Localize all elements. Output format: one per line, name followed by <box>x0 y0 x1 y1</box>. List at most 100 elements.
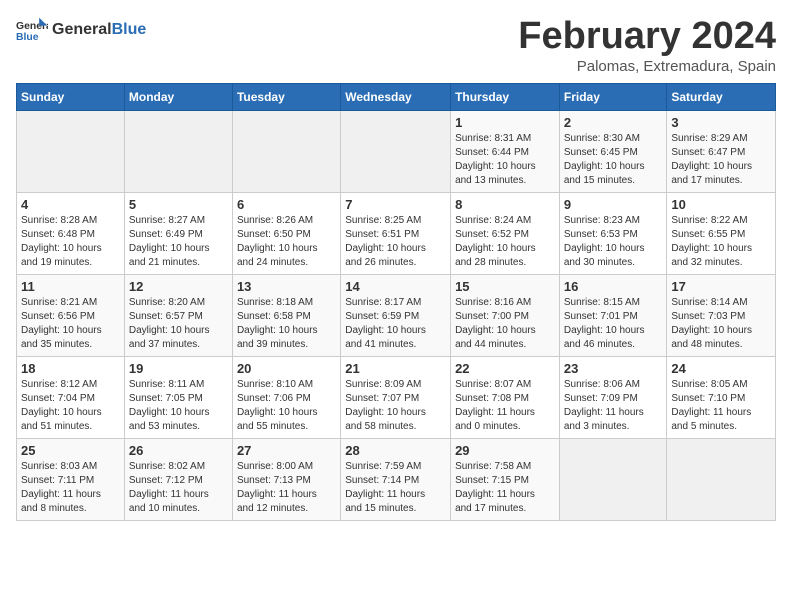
day-number: 21 <box>345 361 446 376</box>
title-area: February 2024 Palomas, Extremadura, Spai… <box>518 16 776 75</box>
calendar-cell: 6 Sunrise: 8:26 AM Sunset: 6:50 PM Daylig… <box>232 192 340 274</box>
calendar-cell: 15Sunrise: 8:16 AM Sunset: 7:00 PM Dayli… <box>451 274 560 356</box>
calendar-cell: 19 Sunrise: 8:11 AM Sunset: 7:05 PM Dayli… <box>124 356 232 438</box>
header-saturday: Saturday <box>667 83 776 110</box>
day-number: 5 <box>129 197 228 212</box>
day-number: 22 <box>455 361 555 376</box>
calendar-cell: 16Sunrise: 8:15 AM Sunset: 7:01 PM Dayli… <box>559 274 667 356</box>
calendar-cell: 18 Sunrise: 8:12 AM Sunset: 7:04 PM Dayli… <box>17 356 125 438</box>
calendar-cell <box>559 438 667 520</box>
calendar-cell: 9Sunrise: 8:23 AM Sunset: 6:53 PM Daylig… <box>559 192 667 274</box>
header-thursday: Thursday <box>451 83 560 110</box>
calendar-body: 1 Sunrise: 8:31 AM Sunset: 6:44 PM Daylig… <box>17 110 776 520</box>
calendar-cell: 12 Sunrise: 8:20 AM Sunset: 6:57 PM Dayli… <box>124 274 232 356</box>
calendar-cell: 4 Sunrise: 8:28 AM Sunset: 6:48 PM Daylig… <box>17 192 125 274</box>
location-subtitle: Palomas, Extremadura, Spain <box>518 58 776 75</box>
day-info: Sunrise: 8:09 AM Sunset: 7:07 PM Dayligh… <box>345 378 446 434</box>
day-number: 1 <box>455 115 555 130</box>
day-info: Sunrise: 8:18 AM Sunset: 6:58 PM Dayligh… <box>237 296 336 352</box>
calendar-cell <box>17 110 125 192</box>
day-info: Sunrise: 8:31 AM Sunset: 6:44 PM Dayligh… <box>455 132 555 188</box>
calendar-cell: 13 Sunrise: 8:18 AM Sunset: 6:58 PM Dayli… <box>232 274 340 356</box>
calendar-cell <box>341 110 451 192</box>
day-info: Sunrise: 8:21 AM Sunset: 6:56 PM Dayligh… <box>21 296 120 352</box>
day-number: 8 <box>455 197 555 212</box>
calendar-cell <box>124 110 232 192</box>
calendar-cell: 27 Sunrise: 8:00 AM Sunset: 7:13 PM Dayli… <box>232 438 340 520</box>
day-info: Sunrise: 8:30 AM Sunset: 6:45 PM Dayligh… <box>564 132 663 188</box>
calendar-week-3: 11 Sunrise: 8:21 AM Sunset: 6:56 PM Dayli… <box>17 274 776 356</box>
day-info: Sunrise: 8:20 AM Sunset: 6:57 PM Dayligh… <box>129 296 228 352</box>
header-sunday: Sunday <box>17 83 125 110</box>
calendar-cell: 21 Sunrise: 8:09 AM Sunset: 7:07 PM Dayli… <box>341 356 451 438</box>
day-info: Sunrise: 8:02 AM Sunset: 7:12 PM Dayligh… <box>129 460 228 516</box>
header-tuesday: Tuesday <box>232 83 340 110</box>
logo: General Blue General Blue <box>16 16 146 44</box>
day-info: Sunrise: 8:27 AM Sunset: 6:49 PM Dayligh… <box>129 214 228 270</box>
day-number: 4 <box>21 197 120 212</box>
day-number: 2 <box>564 115 663 130</box>
day-number: 19 <box>129 361 228 376</box>
day-number: 17 <box>671 279 771 294</box>
calendar-cell: 17Sunrise: 8:14 AM Sunset: 7:03 PM Dayli… <box>667 274 776 356</box>
calendar-cell: 25 Sunrise: 8:03 AM Sunset: 7:11 PM Dayli… <box>17 438 125 520</box>
day-info: Sunrise: 8:03 AM Sunset: 7:11 PM Dayligh… <box>21 460 120 516</box>
calendar-cell: 26 Sunrise: 8:02 AM Sunset: 7:12 PM Dayli… <box>124 438 232 520</box>
day-number: 18 <box>21 361 120 376</box>
day-number: 12 <box>129 279 228 294</box>
header: General Blue General Blue February 2024 P… <box>16 16 776 75</box>
day-info: Sunrise: 8:05 AM Sunset: 7:10 PM Dayligh… <box>671 378 771 434</box>
day-number: 27 <box>237 443 336 458</box>
day-info: Sunrise: 8:12 AM Sunset: 7:04 PM Dayligh… <box>21 378 120 434</box>
month-title: February 2024 <box>518 16 776 58</box>
day-info: Sunrise: 8:24 AM Sunset: 6:52 PM Dayligh… <box>455 214 555 270</box>
calendar-cell: 24 Sunrise: 8:05 AM Sunset: 7:10 PM Dayli… <box>667 356 776 438</box>
day-number: 26 <box>129 443 228 458</box>
calendar-cell: 7Sunrise: 8:25 AM Sunset: 6:51 PM Daylig… <box>341 192 451 274</box>
day-info: Sunrise: 8:22 AM Sunset: 6:55 PM Dayligh… <box>671 214 771 270</box>
calendar-cell <box>232 110 340 192</box>
day-info: Sunrise: 8:29 AM Sunset: 6:47 PM Dayligh… <box>671 132 771 188</box>
calendar-cell: 8 Sunrise: 8:24 AM Sunset: 6:52 PM Daylig… <box>451 192 560 274</box>
calendar-week-4: 18 Sunrise: 8:12 AM Sunset: 7:04 PM Dayli… <box>17 356 776 438</box>
day-number: 25 <box>21 443 120 458</box>
day-info: Sunrise: 8:10 AM Sunset: 7:06 PM Dayligh… <box>237 378 336 434</box>
day-number: 29 <box>455 443 555 458</box>
calendar-cell <box>667 438 776 520</box>
calendar-cell: 22 Sunrise: 8:07 AM Sunset: 7:08 PM Dayli… <box>451 356 560 438</box>
day-number: 24 <box>671 361 771 376</box>
day-number: 6 <box>237 197 336 212</box>
day-info: Sunrise: 8:28 AM Sunset: 6:48 PM Dayligh… <box>21 214 120 270</box>
day-number: 20 <box>237 361 336 376</box>
day-info: Sunrise: 8:26 AM Sunset: 6:50 PM Dayligh… <box>237 214 336 270</box>
calendar-cell: 20 Sunrise: 8:10 AM Sunset: 7:06 PM Dayli… <box>232 356 340 438</box>
day-info: Sunrise: 8:25 AM Sunset: 6:51 PM Dayligh… <box>345 214 446 270</box>
calendar-table: Sunday Monday Tuesday Wednesday Thursday… <box>16 83 776 521</box>
day-info: Sunrise: 8:17 AM Sunset: 6:59 PM Dayligh… <box>345 296 446 352</box>
calendar-cell: 11 Sunrise: 8:21 AM Sunset: 6:56 PM Dayli… <box>17 274 125 356</box>
day-info: Sunrise: 8:00 AM Sunset: 7:13 PM Dayligh… <box>237 460 336 516</box>
day-info: Sunrise: 8:11 AM Sunset: 7:05 PM Dayligh… <box>129 378 228 434</box>
calendar-header: Sunday Monday Tuesday Wednesday Thursday… <box>17 83 776 110</box>
day-info: Sunrise: 7:59 AM Sunset: 7:14 PM Dayligh… <box>345 460 446 516</box>
calendar-cell: 3 Sunrise: 8:29 AM Sunset: 6:47 PM Daylig… <box>667 110 776 192</box>
calendar-cell: 1 Sunrise: 8:31 AM Sunset: 6:44 PM Daylig… <box>451 110 560 192</box>
day-number: 13 <box>237 279 336 294</box>
day-number: 28 <box>345 443 446 458</box>
calendar-cell: 28 Sunrise: 7:59 AM Sunset: 7:14 PM Dayli… <box>341 438 451 520</box>
calendar-week-1: 1 Sunrise: 8:31 AM Sunset: 6:44 PM Daylig… <box>17 110 776 192</box>
svg-text:Blue: Blue <box>16 32 39 43</box>
day-number: 14 <box>345 279 446 294</box>
day-number: 3 <box>671 115 771 130</box>
calendar-cell: 10 Sunrise: 8:22 AM Sunset: 6:55 PM Dayli… <box>667 192 776 274</box>
header-monday: Monday <box>124 83 232 110</box>
logo-general-text: General <box>52 21 112 38</box>
day-info: Sunrise: 7:58 AM Sunset: 7:15 PM Dayligh… <box>455 460 555 516</box>
day-number: 9 <box>564 197 663 212</box>
general-blue-logo-icon: General Blue <box>16 16 48 44</box>
day-number: 10 <box>671 197 771 212</box>
day-info: Sunrise: 8:07 AM Sunset: 7:08 PM Dayligh… <box>455 378 555 434</box>
day-number: 11 <box>21 279 120 294</box>
calendar-cell: 5 Sunrise: 8:27 AM Sunset: 6:49 PM Daylig… <box>124 192 232 274</box>
header-wednesday: Wednesday <box>341 83 451 110</box>
